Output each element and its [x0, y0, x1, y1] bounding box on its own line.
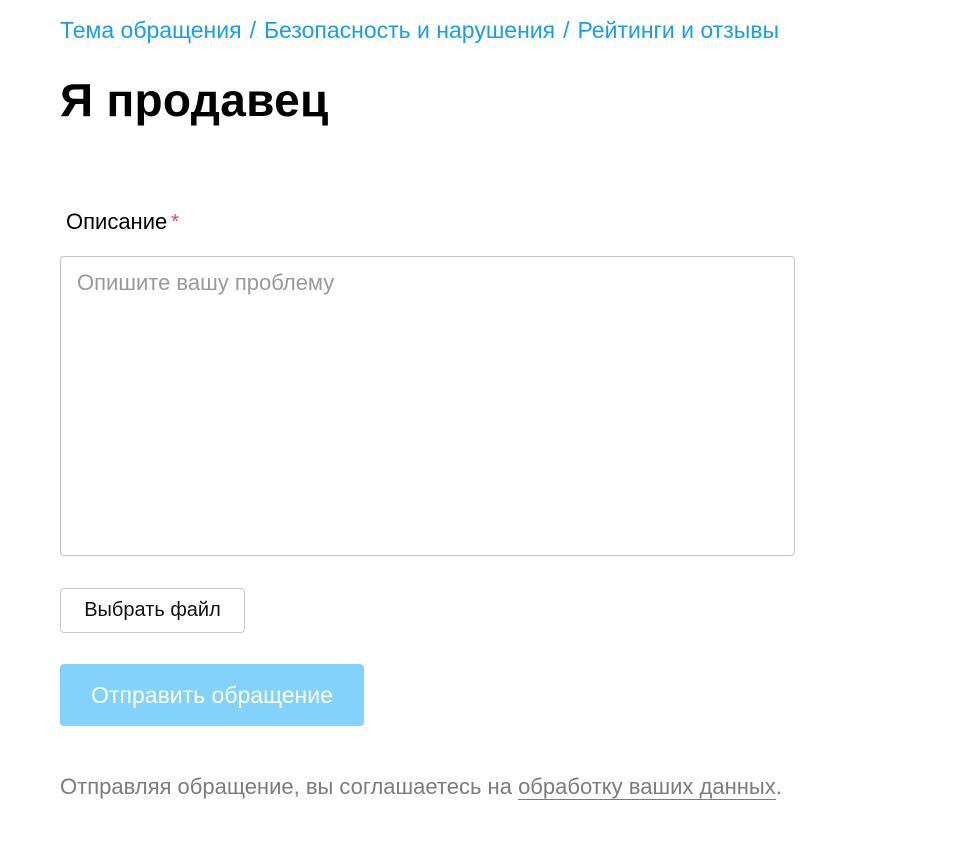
- description-label-text: Описание: [66, 209, 168, 234]
- submit-request-button[interactable]: Отправить обращение: [60, 664, 364, 726]
- page: Тема обращения / Безопасность и нарушения /…: [0, 0, 975, 844]
- breadcrumb: Тема обращения / Безопасность и нарушения /…: [60, 14, 779, 46]
- breadcrumb-item-ratings[interactable]: Рейтинги и отзывы: [577, 17, 779, 43]
- breadcrumb-separator: /: [563, 17, 570, 43]
- breadcrumb-item-topic[interactable]: Тема обращения: [60, 17, 242, 43]
- agreement-text-before: Отправляя обращение, вы соглашаетесь на: [60, 774, 519, 799]
- description-input[interactable]: [60, 256, 795, 556]
- description-label: Описание *: [66, 207, 179, 237]
- data-processing-link[interactable]: обработку ваших данных: [518, 774, 776, 800]
- choose-file-button[interactable]: Выбрать файл: [60, 588, 245, 633]
- breadcrumb-item-security[interactable]: Безопасность и нарушения: [264, 17, 555, 43]
- agreement-text-after: .: [775, 774, 782, 799]
- required-mark: *: [171, 211, 180, 233]
- breadcrumb-separator: /: [249, 17, 256, 43]
- page-title: Я продавец: [60, 74, 329, 126]
- agreement-text: Отправляя обращение, вы соглашаетесь на …: [60, 771, 782, 803]
